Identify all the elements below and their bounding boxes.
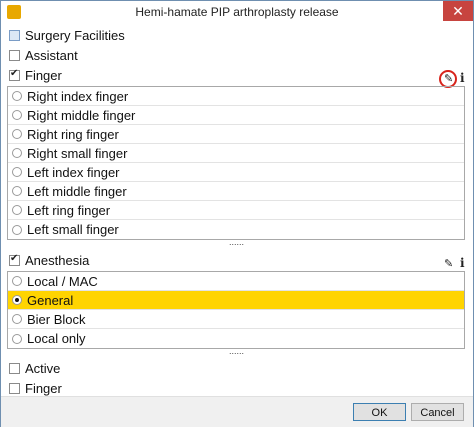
finger-option-label: Right ring finger — [27, 126, 119, 142]
finger-option-label: Left index finger — [27, 164, 120, 180]
info-icon[interactable]: i — [460, 71, 465, 85]
radio-button[interactable] — [12, 276, 22, 286]
ok-button[interactable]: OK — [353, 403, 406, 421]
finger-row[interactable]: Finger — [9, 66, 62, 84]
active-checkbox[interactable] — [9, 362, 20, 374]
active-label: Active — [25, 360, 61, 376]
anesthesia-option-label: Local / MAC — [27, 273, 98, 289]
anesthesia-list-resize-grip[interactable]: ...... — [229, 346, 244, 356]
assistant-row[interactable]: Assistant — [9, 46, 78, 64]
finger2-row[interactable]: Finger — [9, 379, 62, 397]
finger-option[interactable]: Right small finger — [8, 144, 464, 163]
radio-button[interactable] — [12, 129, 22, 139]
finger-option[interactable]: Left index finger — [8, 163, 464, 182]
finger-options-list: Right index finger Right middle finger Rig… — [7, 86, 465, 240]
finger-option[interactable]: Left middle finger — [8, 182, 464, 201]
pencil-icon[interactable]: ✎ — [444, 257, 453, 270]
anesthesia-option-label: Bier Block — [27, 311, 86, 327]
dialog-footer: OK Cancel — [1, 396, 473, 427]
radio-button[interactable] — [12, 91, 22, 101]
surgery-facilities-checkbox[interactable] — [9, 29, 20, 41]
anesthesia-option[interactable]: Local / MAC — [8, 272, 464, 291]
anesthesia-checkbox[interactable] — [9, 253, 20, 266]
surgery-facilities-label: Surgery Facilities — [25, 27, 125, 43]
anesthesia-option-label: Local only — [27, 331, 86, 346]
radio-button[interactable] — [12, 205, 22, 215]
finger-checkbox[interactable] — [9, 68, 20, 81]
finger-option-label: Right middle finger — [27, 107, 136, 123]
radio-button[interactable] — [12, 224, 22, 235]
assistant-checkbox[interactable] — [9, 49, 20, 61]
anesthesia-options-list: Local / MAC General Bier Block Local only — [7, 271, 465, 349]
window-title: Hemi-hamate PIP arthroplasty release — [135, 5, 339, 19]
finger-option-label: Right small finger — [27, 145, 128, 161]
title-bar: Hemi-hamate PIP arthroplasty release ✕ — [1, 1, 473, 25]
radio-button[interactable] — [12, 110, 22, 120]
finger-option[interactable]: Right middle finger — [8, 106, 464, 125]
anesthesia-row[interactable]: Anesthesia — [9, 251, 89, 269]
close-button[interactable]: ✕ — [443, 1, 473, 21]
radio-button[interactable] — [12, 314, 22, 324]
finger-option-label: Left ring finger — [27, 202, 111, 218]
finger-option-label: Left middle finger — [27, 183, 127, 199]
assistant-label: Assistant — [25, 47, 78, 63]
anesthesia-option-label: General — [27, 292, 74, 308]
active-row[interactable]: Active — [9, 359, 60, 377]
cancel-button[interactable]: Cancel — [411, 403, 464, 421]
finger-label: Finger — [25, 67, 62, 83]
radio-button[interactable] — [12, 333, 22, 344]
surgery-facilities-row[interactable]: Surgery Facilities — [9, 26, 125, 44]
radio-button[interactable] — [12, 295, 22, 305]
finger-option[interactable]: Left ring finger — [8, 201, 464, 220]
finger-option-label: Right index finger — [27, 88, 129, 104]
finger2-checkbox[interactable] — [9, 382, 20, 394]
radio-button[interactable] — [12, 167, 22, 177]
finger-option[interactable]: Right index finger — [8, 87, 464, 106]
finger-list-resize-grip[interactable]: ...... — [229, 237, 244, 247]
finger2-label: Finger — [25, 380, 62, 396]
info-icon[interactable]: i — [460, 256, 465, 270]
finger-option-label: Left small finger — [27, 222, 119, 237]
dialog-window: Hemi-hamate PIP arthroplasty release ✕ S… — [0, 0, 474, 427]
radio-button[interactable] — [12, 148, 22, 158]
anesthesia-option[interactable]: Bier Block — [8, 310, 464, 329]
finger-option[interactable]: Right ring finger — [8, 125, 464, 144]
anesthesia-option[interactable]: General — [8, 291, 464, 310]
anesthesia-label: Anesthesia — [25, 252, 90, 268]
radio-button[interactable] — [12, 186, 22, 196]
